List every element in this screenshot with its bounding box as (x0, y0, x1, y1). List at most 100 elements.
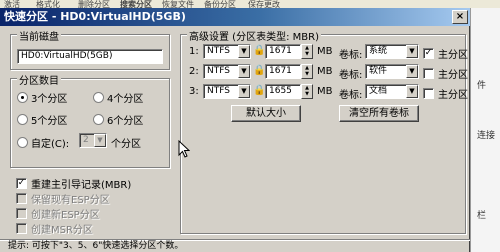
tab-activate[interactable]: 激活 (4, 0, 20, 8)
size-field-3[interactable]: 1655 (265, 84, 301, 99)
spin-down-icon: ▼ (305, 71, 309, 77)
tab-backup-partition[interactable]: 备份分区 (204, 0, 236, 8)
hint-text: 提示: 可按下"3、5、6"快速选择分区个数。 (8, 241, 184, 251)
radio-dot (17, 137, 28, 148)
size-field-2[interactable]: 1671 (265, 64, 301, 79)
tab-save-changes[interactable]: 保存更改 (248, 0, 280, 8)
tab-search-partition[interactable]: 搜索分区 (120, 0, 152, 8)
volume-value: 软件 (369, 66, 388, 76)
partition-count-legend: 分区数目 (17, 72, 61, 87)
primary-checkbox-2[interactable]: 主分区 (423, 66, 468, 81)
radio-dot (17, 114, 28, 125)
dropdown-arrow-icon: ▼ (406, 45, 418, 58)
tab-recover-files[interactable]: 恢复文件 (162, 0, 194, 8)
dialog-titlebar[interactable]: 快速分区 - HD0:VirtualHD(5GB) × (0, 8, 470, 26)
advanced-settings-group: 高级设置 (分区表类型: MBR) 1: NTFS ▼ 🔒 1671 ▲ ▼ MB … (180, 28, 468, 234)
radio-custom[interactable]: 自定(C): (17, 135, 69, 150)
background-toolbar: 激活 格式化 删除分区 搜索分区 恢复文件 备份分区 保存更改 (0, 0, 500, 8)
keep-esp-checkbox: 保留现有ESP分区 (16, 191, 110, 206)
primary-checkbox-3[interactable]: 主分区 (423, 86, 468, 101)
radio-label: 6个分区 (107, 116, 144, 127)
dropdown-arrow-icon: ▼ (406, 65, 418, 78)
unit-label: MB (317, 86, 333, 97)
default-size-button[interactable]: 默认大小 (231, 105, 301, 122)
mouse-cursor-icon (178, 140, 190, 158)
custom-count-value: 2 (83, 135, 89, 145)
row-index: 2: (189, 66, 199, 77)
background-label: 栏 (477, 211, 487, 221)
radio-label: 自定(C): (31, 139, 70, 150)
fs-value: NTFS (207, 66, 230, 76)
current-disk-field: HD0:VirtualHD(5GB) (17, 49, 163, 64)
checkmark-icon: ✓ (16, 178, 27, 189)
spin-down-icon: ▼ (305, 51, 309, 57)
background-label: 连接 (477, 131, 496, 141)
fs-select-1[interactable]: NTFS ▼ (203, 44, 251, 59)
clear-labels-button[interactable]: 清空所有卷标 (339, 105, 419, 122)
tab-format[interactable]: 格式化 (36, 0, 60, 8)
fs-select-2[interactable]: NTFS ▼ (203, 64, 251, 79)
dropdown-arrow-icon: ▼ (238, 85, 250, 98)
size-spinner-1[interactable]: ▲ ▼ (301, 44, 313, 59)
checkbox-label: 创建MSR分区 (31, 225, 93, 236)
hint-bar: 提示: 可按下"3、5、6"快速选择分区个数。 (0, 239, 470, 252)
radio-dot (17, 92, 28, 103)
checkbox-label: 主分区 (438, 70, 468, 81)
create-msr-checkbox: 创建MSR分区 (16, 221, 93, 236)
background-label: 件 (477, 81, 487, 91)
size-field-1[interactable]: 1671 (265, 44, 301, 59)
size-spinner-2[interactable]: ▲ ▼ (301, 64, 313, 79)
fs-value: NTFS (207, 86, 230, 96)
checkbox-box (423, 68, 434, 79)
dropdown-arrow-icon: ▼ (94, 134, 106, 147)
spin-down-icon: ▼ (305, 91, 309, 97)
checkbox-box (16, 208, 27, 219)
background-panel: 件 连接 栏 (470, 8, 500, 252)
row-index: 3: (189, 86, 199, 97)
lock-icon[interactable]: 🔒 (253, 85, 265, 97)
unit-label: MB (317, 66, 333, 77)
radio-5-partitions[interactable]: 5个分区 (17, 112, 67, 127)
checkbox-box (423, 88, 434, 99)
tab-delete-partition[interactable]: 删除分区 (78, 0, 110, 8)
radio-label: 3个分区 (31, 94, 68, 105)
checkmark-icon: ✓ (423, 48, 434, 59)
size-spinner-3[interactable]: ▲ ▼ (301, 84, 313, 99)
rebuild-mbr-checkbox[interactable]: ✓ 重建主引导记录(MBR) (16, 176, 131, 191)
lock-icon[interactable]: 🔒 (253, 45, 265, 57)
volume-value: 文档 (369, 86, 388, 96)
radio-3-partitions[interactable]: 3个分区 (17, 90, 67, 105)
volume-label-caption: 卷标: (339, 50, 363, 61)
checkbox-box (16, 223, 27, 234)
unit-label: MB (317, 46, 333, 57)
volume-select-1[interactable]: 系统 ▼ (365, 44, 419, 59)
checkbox-label: 创建新ESP分区 (31, 210, 100, 221)
fs-select-3[interactable]: NTFS ▼ (203, 84, 251, 99)
lock-icon[interactable]: 🔒 (253, 65, 265, 77)
radio-6-partitions[interactable]: 6个分区 (93, 112, 143, 127)
dropdown-arrow-icon: ▼ (238, 65, 250, 78)
custom-count-select[interactable]: 2 ▼ (79, 133, 107, 148)
checkbox-label: 主分区 (438, 50, 468, 61)
volume-select-3[interactable]: 文档 ▼ (365, 84, 419, 99)
checkbox-label: 重建主引导记录(MBR) (31, 180, 132, 191)
dropdown-arrow-icon: ▼ (238, 45, 250, 58)
fs-value: NTFS (207, 46, 230, 56)
dropdown-arrow-icon: ▼ (406, 85, 418, 98)
volume-select-2[interactable]: 软件 ▼ (365, 64, 419, 79)
row-index: 1: (189, 46, 199, 57)
current-disk-group: 当前磁盘 HD0:VirtualHD(5GB) (10, 28, 170, 70)
current-disk-legend: 当前磁盘 (17, 28, 61, 43)
advanced-settings-legend: 高级设置 (分区表类型: MBR) (187, 28, 321, 43)
radio-label: 4个分区 (107, 94, 144, 105)
radio-dot (93, 92, 104, 103)
close-button[interactable]: × (452, 10, 468, 24)
checkbox-label: 主分区 (438, 90, 468, 101)
radio-dot (93, 114, 104, 125)
custom-count-suffix: 个分区 (111, 139, 141, 150)
checkbox-box (16, 193, 27, 204)
volume-label-caption: 卷标: (339, 90, 363, 101)
primary-checkbox-1[interactable]: ✓ 主分区 (423, 46, 468, 61)
radio-4-partitions[interactable]: 4个分区 (93, 90, 143, 105)
quick-partition-dialog: 快速分区 - HD0:VirtualHD(5GB) × 当前磁盘 HD0:Vir… (0, 8, 470, 252)
